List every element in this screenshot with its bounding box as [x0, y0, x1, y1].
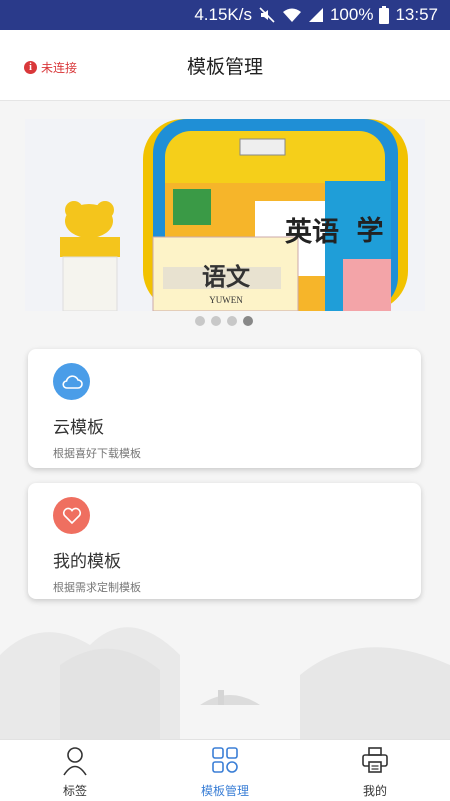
nav-item-tags[interactable]: 标签 [0, 740, 150, 801]
book-subtitle: YUWEN [209, 295, 243, 305]
app-header: i 未连接 模板管理 [0, 30, 450, 101]
carousel-dot[interactable] [211, 316, 221, 326]
nav-label: 标签 [62, 784, 87, 798]
grid-icon [211, 746, 239, 778]
banner-carousel[interactable]: 英语 学 语文 YUWEN [25, 119, 425, 311]
battery-icon [379, 6, 390, 24]
wifi-icon [282, 7, 302, 23]
cloud-icon [53, 363, 90, 400]
bottom-navigation: 标签 模板管理 我的 [0, 739, 450, 801]
card-title: 我的模板 [53, 552, 121, 572]
card-subtitle: 根据喜好下载模板 [53, 447, 141, 460]
card-subtitle: 根据需求定制模板 [53, 581, 141, 594]
status-bar: 4.15K/s 100% 13:57 [0, 0, 450, 30]
card-title: 云模板 [53, 418, 104, 438]
clock: 13:57 [395, 5, 438, 24]
battery-level: 100% [329, 5, 374, 24]
nav-item-template-management[interactable]: 模板管理 [150, 740, 300, 801]
nav-label: 我的 [362, 784, 387, 798]
book-title-english: 英语 [285, 217, 339, 247]
carousel-dot[interactable] [227, 316, 237, 326]
my-template-card[interactable]: 我的模板 根据需求定制模板 [28, 483, 421, 599]
page-title: 模板管理 [186, 56, 263, 78]
book-title-chinese: 语文 [202, 262, 251, 291]
cloud-template-card[interactable]: 云模板 根据喜好下载模板 [28, 349, 421, 468]
banner-image: 英语 学 语文 YUWEN [25, 119, 425, 311]
landscape-illustration [0, 627, 450, 740]
book-title-math: 学 [357, 215, 384, 246]
signal-icon [308, 7, 324, 23]
network-speed: 4.15K/s [194, 5, 252, 24]
carousel-dot[interactable] [195, 316, 205, 326]
printer-icon [361, 746, 389, 778]
mute-icon [258, 6, 276, 24]
carousel-indicator[interactable] [195, 316, 259, 326]
nav-item-mine[interactable]: 我的 [300, 740, 450, 801]
person-icon [62, 746, 88, 780]
heart-icon [53, 497, 90, 534]
carousel-dot-active[interactable] [243, 316, 253, 326]
nav-label: 模板管理 [200, 784, 249, 798]
